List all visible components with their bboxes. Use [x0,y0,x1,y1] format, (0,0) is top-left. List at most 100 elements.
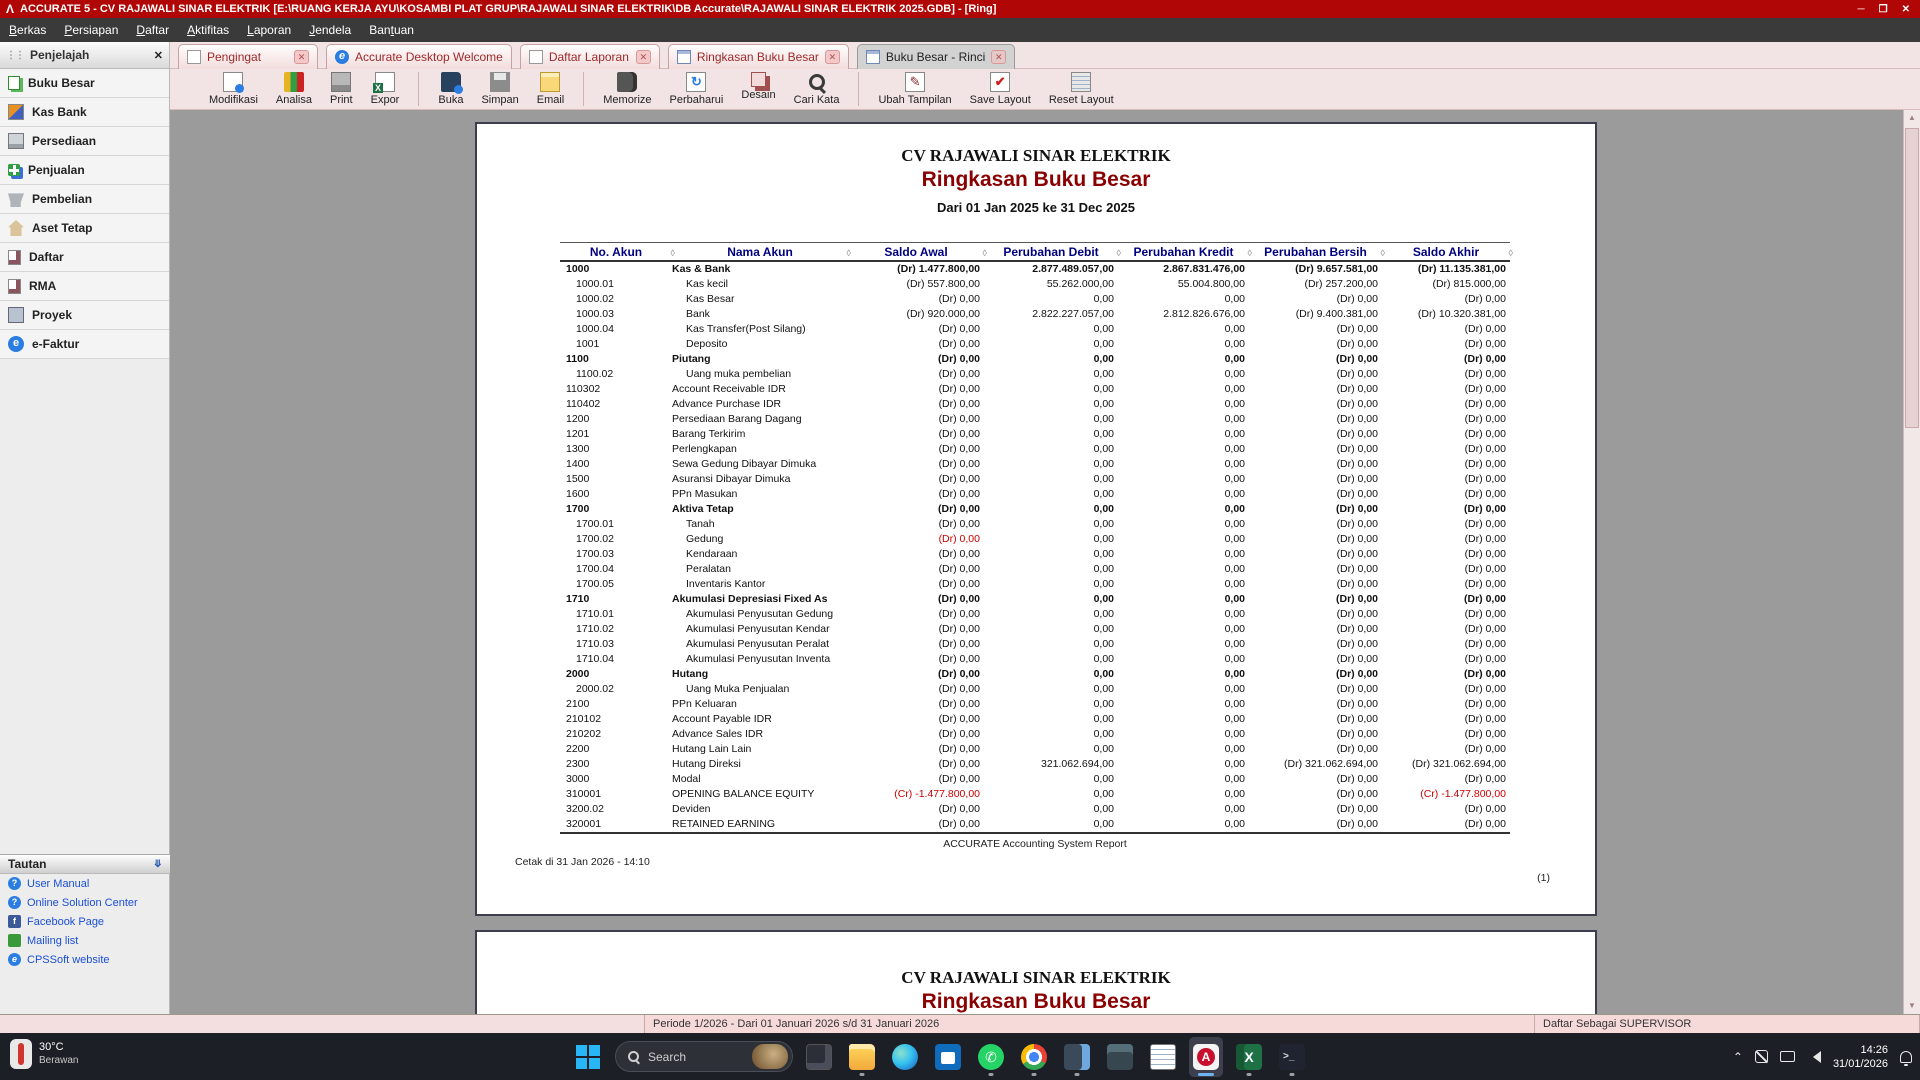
reset-layout-button[interactable]: Reset Layout [1040,69,1123,109]
scrollbar-thumb[interactable] [1905,128,1919,428]
table-row[interactable]: 2200 Hutang Lain Lain (Dr) 0,00 0,00 0,00 (Dr… [560,742,1510,757]
sidebar-item-kas-bank[interactable]: Kas Bank [0,98,169,127]
tab-close-icon[interactable]: ✕ [824,50,840,64]
memorize-button[interactable]: Memorize [594,69,660,109]
table-row[interactable]: 1201 Barang Terkirim (Dr) 0,00 0,00 0,00 (Dr)… [560,427,1510,442]
email-button[interactable]: Email [528,69,574,109]
table-row[interactable]: 1700 Aktiva Tetap (Dr) 0,00 0,00 0,00 (Dr) 0,… [560,502,1510,517]
taskbar-app-chrome[interactable] [1017,1037,1051,1077]
tab-buku-besar-rinci[interactable]: Buku Besar - Rinci ✕ [856,44,1016,69]
table-row[interactable]: 1710.04 Akumulasi Penyusutan Inventa (Dr) … [560,652,1510,667]
table-row[interactable]: 1000.03 Bank (Dr) 920.000,00 2.822.227.057,… [560,307,1510,322]
tab-daftar-laporan[interactable]: Daftar Laporan ✕ [519,44,660,69]
simpan-button[interactable]: Simpan [472,69,527,109]
table-row[interactable]: 310001 OPENING BALANCE EQUITY (Cr) -1.477.… [560,787,1510,802]
table-row[interactable]: 2000.02 Uang Muka Penjualan (Dr) 0,00 0,00 0… [560,682,1510,697]
scroll-up-icon[interactable]: ▲ [1904,110,1920,126]
column-header-2[interactable]: Saldo Awal ◊ [848,245,987,259]
menu-item-berkas[interactable]: Berkas [0,18,55,42]
taskbar-app-calculator[interactable] [1103,1037,1137,1077]
table-row[interactable]: 3200.02 Deviden (Dr) 0,00 0,00 0,00 (Dr) 0,00… [560,802,1510,817]
tab-pengingat[interactable]: Pengingat ✕ [178,44,318,69]
network-display-icon[interactable] [1779,1051,1795,1062]
sidebar-item-pembelian[interactable]: Pembelian [0,185,169,214]
modifikasi-button[interactable]: Modifikasi [200,69,267,109]
tab-ringkasan-buku-besar[interactable]: Ringkasan Buku Besar ✕ [667,44,849,69]
sort-diamond-icon[interactable]: ◊ [1509,248,1513,258]
tab-accurate-desktop-welcome[interactable]: Accurate Desktop Welcome [326,44,512,69]
sidebar-item-aset-tetap[interactable]: Aset Tetap [0,214,169,243]
tray-chevron-up-icon[interactable]: ⌃ [1733,1050,1743,1064]
link-mailing-list[interactable]: Mailing list [0,931,170,950]
sidebar-item-proyek[interactable]: Proyek [0,301,169,330]
column-header-5[interactable]: Perubahan Bersih ◊ [1249,245,1385,259]
chevron-double-down-icon[interactable]: ⤋ [154,859,162,870]
taskbar-app-explorer[interactable] [845,1037,879,1077]
taskbar-app-excel[interactable] [1232,1037,1266,1077]
table-row[interactable]: 1300 Perlengkapan (Dr) 0,00 0,00 0,00 (Dr) 0,… [560,442,1510,457]
table-row[interactable]: 2000 Hutang (Dr) 0,00 0,00 0,00 (Dr) 0,00 (Dr)… [560,667,1510,682]
column-header-1[interactable]: Nama Akun ◊ [672,245,851,259]
table-row[interactable]: 1710.01 Akumulasi Penyusutan Gedung (Dr) 0… [560,607,1510,622]
table-row[interactable]: 1100 Piutang (Dr) 0,00 0,00 0,00 (Dr) 0,00 (Dr… [560,352,1510,367]
maximize-button[interactable]: ❐ [1879,4,1888,15]
sidebar-item-persediaan[interactable]: Persediaan [0,127,169,156]
column-header-0[interactable]: No. Akun ◊ [560,245,675,259]
link-online-solution-center[interactable]: Online Solution Center [0,893,170,912]
buka-button[interactable]: Buka [429,69,472,109]
table-row[interactable]: 1100.02 Uang muka pembelian (Dr) 0,00 0,00 0… [560,367,1510,382]
table-row[interactable]: 3000 Modal (Dr) 0,00 0,00 0,00 (Dr) 0,00 (Dr) … [560,772,1510,787]
link-user-manual[interactable]: User Manual [0,874,170,893]
table-row[interactable]: 210202 Advance Sales IDR (Dr) 0,00 0,00 0,00… [560,727,1510,742]
sidebar-item-buku-besar[interactable]: Buku Besar [0,69,169,98]
table-row[interactable]: 1700.02 Gedung (Dr) 0,00 0,00 0,00 (Dr) 0,00 (… [560,532,1510,547]
table-row[interactable]: 110302 Account Receivable IDR (Dr) 0,00 0,0… [560,382,1510,397]
menu-item-bantuan[interactable]: Ban t uan [360,18,423,42]
column-header-4[interactable]: Perubahan Kredit ◊ [1118,245,1252,259]
analisa-button[interactable]: Analisa [267,69,321,109]
table-row[interactable]: 2300 Hutang Direksi (Dr) 0,00 321.062.694,0… [560,757,1510,772]
table-row[interactable]: 1700.01 Tanah (Dr) 0,00 0,00 0,00 (Dr) 0,00 (D… [560,517,1510,532]
tab-close-icon[interactable]: ✕ [991,50,1007,64]
table-row[interactable]: 1710 Akumulasi Depresiasi Fixed As (Dr) 0,… [560,592,1510,607]
column-header-6[interactable]: Saldo Akhir ◊ [1382,245,1513,259]
notification-bell-icon[interactable] [1900,1050,1912,1066]
close-button[interactable]: ✕ [1902,4,1910,15]
taskbar-app-powershell[interactable] [1275,1037,1309,1077]
table-row[interactable]: 1700.04 Peralatan (Dr) 0,00 0,00 0,00 (Dr) 0,… [560,562,1510,577]
link-cpssoft-website[interactable]: CPSSoft website [0,950,170,969]
taskbar-app-accurate[interactable] [1189,1036,1223,1077]
search-input[interactable]: Search [615,1041,793,1072]
desain-button[interactable]: Desain [732,69,784,109]
windows-start-icon[interactable] [576,1044,600,1069]
minimize-button[interactable]: ─ [1858,4,1865,15]
scroll-down-icon[interactable]: ▼ [1904,998,1920,1014]
tautan-header[interactable]: Tautan ⤋ [0,854,170,874]
cari-kata-button[interactable]: Cari Kata [785,69,849,109]
table-row[interactable]: 1600 PPn Masukan (Dr) 0,00 0,00 0,00 (Dr) 0,0… [560,487,1510,502]
panel-close-icon[interactable]: ✕ [154,49,163,62]
perbaharui-button[interactable]: Perbaharui [661,69,733,109]
expor-button[interactable]: Expor [362,69,409,109]
print-button[interactable]: Print [321,69,362,109]
menu-item-jendela[interactable]: Jendela [300,18,360,42]
table-row[interactable]: 1710.03 Akumulasi Penyusutan Peralat (Dr) … [560,637,1510,652]
taskbar-app-whatsapp[interactable] [974,1037,1008,1077]
table-row[interactable]: 1200 Persediaan Barang Dagang (Dr) 0,00 0,0… [560,412,1510,427]
notifications-muted-icon[interactable] [1754,1050,1768,1063]
table-row[interactable]: 210102 Account Payable IDR (Dr) 0,00 0,00 0,… [560,712,1510,727]
taskbar-app-store[interactable] [931,1037,965,1077]
table-row[interactable]: 1000.04 Kas Transfer(Post Silang) (Dr) 0,0… [560,322,1510,337]
table-row[interactable]: 1700.03 Kendaraan (Dr) 0,00 0,00 0,00 (Dr) 0,… [560,547,1510,562]
table-row[interactable]: 1000 Kas & Bank (Dr) 1.477.800,00 2.877.489… [560,262,1510,277]
link-facebook-page[interactable]: Facebook Page [0,912,170,931]
table-row[interactable]: 1000.02 Kas Besar (Dr) 0,00 0,00 0,00 (Dr) 0,… [560,292,1510,307]
table-row[interactable]: 110402 Advance Purchase IDR (Dr) 0,00 0,00 0… [560,397,1510,412]
ubah-tampilan-button[interactable]: Ubah Tampilan [869,69,960,109]
save-layout-button[interactable]: Save Layout [961,69,1040,109]
taskbar-app-edge[interactable] [888,1037,922,1077]
table-row[interactable]: 1710.02 Akumulasi Penyusutan Kendar (Dr) 0… [560,622,1510,637]
menu-item-persiapan[interactable]: Persiapan [55,18,127,42]
menu-item-aktifitas[interactable]: Aktifitas [178,18,238,42]
table-row[interactable]: 1700.05 Inventaris Kantor (Dr) 0,00 0,00 0,0… [560,577,1510,592]
